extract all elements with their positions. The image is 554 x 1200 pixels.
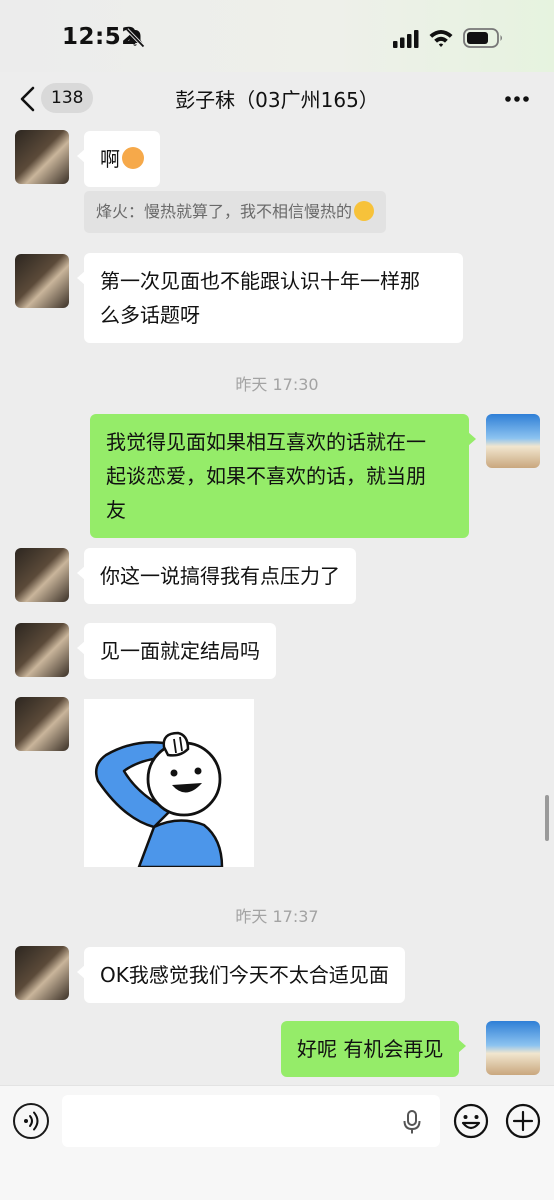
contact-avatar[interactable]	[15, 697, 69, 751]
contact-avatar[interactable]	[15, 254, 69, 308]
message-bubble[interactable]: OK我感觉我们今天不太合适见面	[77, 947, 405, 1003]
cellular-signal-icon	[393, 30, 419, 48]
smiley-icon[interactable]	[453, 1103, 489, 1139]
message-text: 见一面就定结局吗	[100, 639, 260, 663]
contact-avatar[interactable]	[15, 946, 69, 1000]
voice-input-icon	[24, 1111, 39, 1131]
message-bubble[interactable]: 你这一说搞得我有点压力了	[77, 548, 356, 604]
message-text: OK我感觉我们今天不太合适见面	[100, 963, 389, 987]
more-dots-icon[interactable]	[500, 92, 534, 106]
sad-face-emoji	[122, 147, 144, 169]
laughing-tears-emoji	[354, 201, 375, 221]
scrollbar[interactable]	[545, 795, 549, 841]
chevron-left-icon[interactable]	[18, 86, 38, 112]
my-avatar[interactable]	[486, 1021, 540, 1075]
quoted-text: 烽火：慢热就算了，我不相信慢热的	[96, 202, 353, 221]
contact-avatar[interactable]	[15, 548, 69, 602]
message-text: 啊	[100, 147, 120, 171]
unread-count-badge[interactable]: 138	[41, 83, 94, 113]
status-bar: 12:52	[0, 0, 554, 72]
message-bubble[interactable]: 第一次见面也不能跟认识十年一样那 么多话题呀	[77, 253, 463, 343]
message-line: 友	[106, 498, 126, 522]
contact-avatar[interactable]	[15, 623, 69, 677]
message-input[interactable]	[62, 1095, 440, 1147]
chat-header: 138 彭子秣（03广州165）	[0, 72, 554, 126]
bell-slash-icon	[125, 28, 145, 48]
wifi-icon	[429, 30, 453, 47]
message-bubble[interactable]: 见一面就定结局吗	[77, 623, 276, 679]
quoted-message[interactable]: 烽火：慢热就算了，我不相信慢热的	[84, 191, 387, 233]
sticker-drawing	[95, 731, 224, 867]
message-bubble-self[interactable]: 我觉得见面如果相互喜欢的话就在一 起谈恋爱，如果不喜欢的话，就当朋 友	[90, 414, 476, 538]
message-line: 我觉得见面如果相互喜欢的话就在一	[106, 430, 426, 454]
input-bar	[0, 1085, 554, 1200]
message-line: 么多话题呀	[100, 303, 200, 327]
microphone-icon[interactable]	[401, 1109, 423, 1135]
message-bubble[interactable]: 啊	[77, 131, 160, 187]
plus-circle-icon[interactable]	[505, 1103, 541, 1139]
message-text: 好呢 有机会再见	[297, 1037, 444, 1061]
timestamp: 昨天 17:37	[235, 907, 319, 926]
voice-input-button[interactable]	[13, 1103, 49, 1139]
message-text: 你这一说搞得我有点压力了	[100, 564, 340, 588]
my-avatar[interactable]	[486, 414, 540, 468]
timestamp: 昨天 17:30	[235, 375, 319, 394]
saluting-cartoon-sticker[interactable]	[84, 699, 254, 867]
battery-icon	[463, 28, 502, 48]
message-bubble-self[interactable]: 好呢 有机会再见	[281, 1021, 467, 1077]
message-line: 起谈恋爱，如果不喜欢的话，就当朋	[106, 464, 426, 488]
contact-avatar[interactable]	[15, 130, 69, 184]
message-line: 第一次见面也不能跟认识十年一样那	[100, 269, 420, 293]
